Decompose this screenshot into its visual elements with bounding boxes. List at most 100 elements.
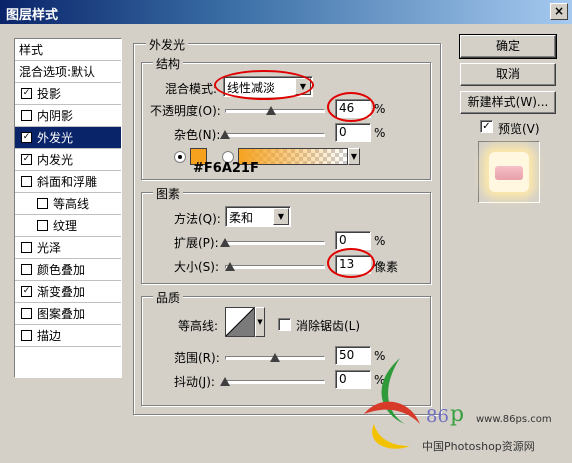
size-slider[interactable]: [225, 260, 325, 274]
jitter-slider-thumb[interactable]: [220, 377, 230, 386]
contour-curve-icon: [225, 307, 255, 337]
antialias-label: 消除锯齿(L): [296, 319, 361, 333]
structure-title: 结构: [153, 55, 184, 72]
title-bar: 图层样式 ×: [0, 0, 572, 24]
styles-list-item[interactable]: 等高线: [15, 193, 121, 215]
styles-list-item[interactable]: 斜面和浮雕: [15, 171, 121, 193]
style-item-label: 混合选项:默认: [19, 65, 96, 79]
style-item-checkbox[interactable]: ✓: [21, 88, 32, 99]
opacity-label: 不透明度(O):: [150, 104, 221, 118]
watermark-brand-letter: p: [450, 402, 465, 427]
style-item-checkbox[interactable]: [21, 264, 32, 275]
noise-input[interactable]: 0: [335, 123, 371, 142]
cancel-button[interactable]: 取消: [460, 63, 556, 86]
method-label: 方法(Q):: [174, 212, 221, 226]
style-item-checkbox[interactable]: [37, 220, 48, 231]
style-item-label: 描边: [37, 329, 62, 343]
styles-list-item[interactable]: ✓ 投影: [15, 83, 121, 105]
watermark-url: www.86ps.com: [476, 414, 552, 425]
ok-button[interactable]: 确定: [459, 34, 557, 59]
new-style-button[interactable]: 新建样式(W)...: [460, 91, 556, 114]
style-item-label: 颜色叠加: [37, 263, 86, 277]
jitter-slider-track: [225, 380, 325, 384]
range-label: 范围(R):: [174, 351, 220, 365]
spread-slider-track: [225, 241, 325, 245]
method-value: 柔和: [229, 211, 254, 225]
style-item-label: 渐变叠加: [37, 285, 86, 299]
opacity-percent: %: [374, 102, 386, 116]
outer-glow-title: 外发光: [146, 36, 189, 53]
chevron-down-icon: ▼: [273, 208, 289, 225]
window-title: 图层样式: [6, 8, 59, 23]
contour-dropdown-icon[interactable]: ▼: [255, 307, 265, 337]
style-item-label: 光泽: [37, 241, 62, 255]
style-item-label: 内阴影: [37, 109, 74, 123]
style-item-checkbox[interactable]: ✓: [21, 132, 32, 143]
method-select[interactable]: 柔和 ▼: [225, 206, 291, 227]
size-slider-track: [225, 265, 325, 269]
spread-label: 扩展(P):: [174, 236, 219, 250]
styles-list-item[interactable]: 光泽: [15, 237, 121, 259]
range-slider[interactable]: [225, 351, 325, 365]
preview-label: 预览(V): [498, 122, 540, 136]
styles-list-item[interactable]: 混合选项:默认: [15, 61, 121, 83]
highlight-circle-size: [327, 248, 375, 278]
opacity-slider[interactable]: [225, 104, 325, 118]
jitter-label: 抖动(J):: [174, 375, 215, 389]
opacity-slider-thumb[interactable]: [266, 106, 276, 115]
styles-list-item[interactable]: ✓ 渐变叠加: [15, 281, 121, 303]
gradient-dropdown-icon[interactable]: ▼: [348, 148, 360, 165]
preview-swatch: [478, 141, 540, 203]
size-slider-thumb[interactable]: [225, 262, 235, 271]
styles-list-item[interactable]: 描边: [15, 325, 121, 347]
contour-preview[interactable]: [225, 307, 255, 337]
noise-label: 杂色(N):: [174, 128, 221, 142]
style-item-label: 纹理: [53, 219, 78, 233]
noise-slider-track: [225, 133, 325, 137]
spread-slider-thumb[interactable]: [220, 238, 230, 247]
color-hex-annotation: #F6A21F: [193, 161, 259, 176]
preview-glow: [489, 152, 529, 192]
style-item-label: 内发光: [37, 153, 74, 167]
style-item-checkbox[interactable]: [21, 308, 32, 319]
styles-list-header-label: 样式: [19, 43, 44, 57]
style-item-label: 图案叠加: [37, 307, 86, 321]
size-label: 大小(S):: [174, 260, 220, 274]
styles-list-header[interactable]: 样式: [15, 39, 121, 61]
style-item-checkbox[interactable]: [37, 198, 48, 209]
noise-slider-thumb[interactable]: [220, 130, 230, 139]
style-item-label: 外发光: [37, 131, 74, 145]
styles-list-item[interactable]: 图案叠加: [15, 303, 121, 325]
styles-list-item[interactable]: 内阴影: [15, 105, 121, 127]
style-item-checkbox[interactable]: [21, 176, 32, 187]
noise-slider[interactable]: [220, 128, 325, 142]
antialias-checkbox[interactable]: [278, 318, 291, 331]
watermark-brand-digits: 86: [426, 406, 449, 427]
size-unit: 像素: [374, 260, 399, 274]
style-item-label: 投影: [37, 87, 62, 101]
watermark-site-name: 中国Photoshop资源网: [422, 440, 535, 453]
close-icon[interactable]: ×: [550, 3, 568, 20]
elements-title: 图素: [153, 185, 184, 202]
solid-color-radio[interactable]: [174, 151, 186, 163]
styles-list-item[interactable]: ✓ 外发光: [15, 127, 121, 149]
highlight-circle-opacity: [327, 92, 375, 122]
style-item-checkbox[interactable]: ✓: [21, 286, 32, 297]
styles-list-item[interactable]: 纹理: [15, 215, 121, 237]
noise-percent: %: [374, 126, 386, 140]
preview-checkbox[interactable]: ✓: [480, 120, 493, 133]
style-item-checkbox[interactable]: [21, 242, 32, 253]
spread-slider[interactable]: [220, 236, 325, 250]
style-item-checkbox[interactable]: [21, 110, 32, 121]
contour-label: 等高线:: [178, 319, 219, 333]
styles-list: 样式 混合选项:默认 ✓ 投影内阴影 ✓ 外发光 ✓ 内发光斜面和浮雕 等高线纹理光泽颜色叠加…: [14, 38, 122, 378]
layer-style-dialog: 样式 混合选项:默认 ✓ 投影内阴影 ✓ 外发光 ✓ 内发光斜面和浮雕 等高线纹理光泽颜色叠加…: [0, 24, 572, 463]
styles-list-item[interactable]: 颜色叠加: [15, 259, 121, 281]
quality-title: 品质: [153, 289, 184, 306]
jitter-slider[interactable]: [220, 375, 325, 389]
style-item-checkbox[interactable]: [21, 330, 32, 341]
style-item-checkbox[interactable]: ✓: [21, 154, 32, 165]
styles-list-item[interactable]: ✓ 内发光: [15, 149, 121, 171]
range-slider-thumb[interactable]: [270, 353, 280, 362]
highlight-circle-blend-mode: [214, 70, 314, 100]
